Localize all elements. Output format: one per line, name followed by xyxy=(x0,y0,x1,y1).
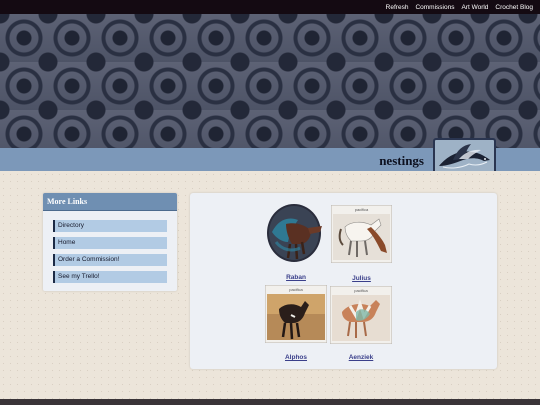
alphos-artwork[interactable] xyxy=(264,284,328,344)
nav-link-art-world[interactable]: Art World xyxy=(461,4,488,11)
gallery-link-aenziek[interactable]: Aenziek xyxy=(330,354,392,361)
aenziek-artwork[interactable] xyxy=(329,285,393,345)
nav-link-crochet-blog[interactable]: Crochet Blog xyxy=(495,4,533,11)
more-links-panel: More Links Directory Home Order a Commis… xyxy=(43,193,177,291)
header-banner xyxy=(0,14,540,148)
more-links-heading: More Links xyxy=(43,193,177,211)
sidebar-item-trello[interactable]: See my Trello! xyxy=(53,271,167,283)
gallery-link-raban[interactable]: Raban xyxy=(264,274,328,281)
footer-bar xyxy=(0,399,540,405)
sidebar-link-list: Directory Home Order a Commission! See m… xyxy=(53,220,167,288)
gallery-card-julius: pacifica Julius xyxy=(330,204,393,287)
site-title: nestings xyxy=(379,153,424,168)
alphos-art-watermark: pacifica xyxy=(289,287,303,292)
gallery-card-aenziek: pacifica Aenziek xyxy=(329,285,393,365)
raban-artwork[interactable] xyxy=(264,202,328,266)
julius-artwork[interactable] xyxy=(330,204,393,264)
gallery-card-alphos: pacifica Alphos xyxy=(264,284,328,365)
aenziek-art-watermark: pacifica xyxy=(354,288,368,293)
gallery-link-alphos[interactable]: Alphos xyxy=(265,354,327,361)
gallery-card-raban: Raban xyxy=(264,202,328,288)
julius-art-watermark: pacifica xyxy=(354,207,369,212)
gallery-link-julius[interactable]: Julius xyxy=(331,275,392,282)
nav-link-commissions[interactable]: Commissions xyxy=(415,4,454,11)
sidebar-item-directory[interactable]: Directory xyxy=(53,220,167,232)
nav-link-refresh[interactable]: Refresh xyxy=(386,4,409,11)
top-nav-bar: Refresh Commissions Art World Crochet Bl… xyxy=(0,0,540,14)
character-gallery: Raban pacifica Julius pacifica Alphos pa… xyxy=(190,193,497,369)
sidebar-item-order-commission[interactable]: Order a Commission! xyxy=(53,254,167,266)
sidebar-item-home[interactable]: Home xyxy=(53,237,167,249)
